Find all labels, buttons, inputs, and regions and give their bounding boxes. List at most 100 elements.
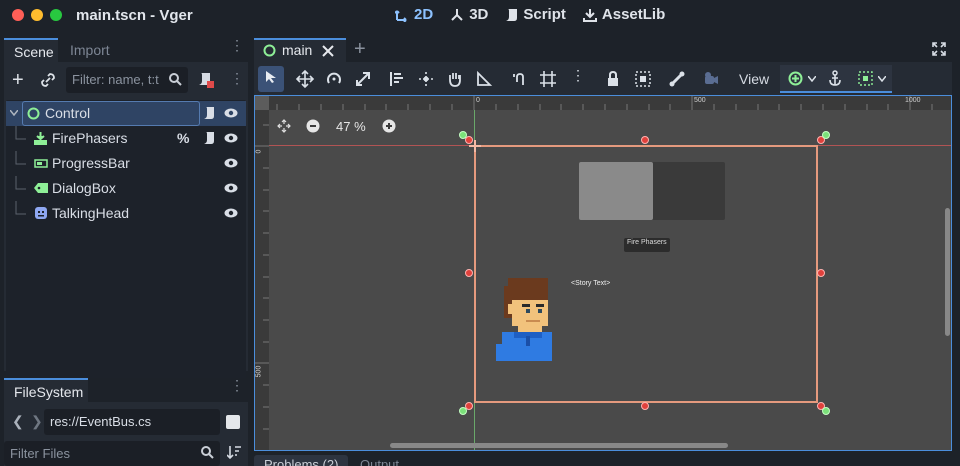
tab-output[interactable]: Output: [352, 455, 407, 466]
pivot-mode-icon[interactable]: [415, 68, 437, 90]
view-menu[interactable]: View: [739, 71, 769, 87]
scene-node-firephasers[interactable]: FirePhasers %: [6, 126, 246, 151]
resize-handle-left[interactable]: [465, 269, 473, 277]
visibility-icon[interactable]: [224, 183, 238, 193]
filter-files-input[interactable]: Filter Files: [4, 441, 220, 466]
snap-options-icon[interactable]: ⋮: [567, 68, 589, 90]
scene-node-label: FirePhasers: [52, 130, 128, 146]
firephasers-button-preview[interactable]: Fire Phasers: [624, 238, 670, 252]
minimize-window-button[interactable]: [31, 9, 43, 21]
3d-icon: [451, 8, 463, 21]
group-icon[interactable]: [632, 68, 654, 90]
anchor-handle-bottom-left[interactable]: [459, 407, 467, 415]
scene-dock-options-icon[interactable]: ⋮: [230, 71, 244, 85]
anchor-presets-group: [780, 65, 892, 93]
mode-script-button[interactable]: Script: [505, 6, 566, 23]
lock-icon[interactable]: [602, 68, 624, 90]
progressbar-preview[interactable]: [579, 162, 725, 220]
add-node-icon[interactable]: +: [12, 70, 24, 90]
scene-tab-main[interactable]: main: [254, 38, 346, 62]
resize-handle-top[interactable]: [641, 136, 649, 144]
ruler-corner[interactable]: [255, 96, 269, 110]
anchor-handle-bottom-right[interactable]: [822, 407, 830, 415]
toggle-split-mode-icon[interactable]: [226, 415, 240, 429]
filesystem-path-input[interactable]: res://EventBus.cs: [44, 409, 220, 435]
tab-scene[interactable]: Scene: [4, 38, 58, 62]
canvas-viewport[interactable]: 0 500 1000 0 500 47 % Fire Phasers <Stor…: [254, 95, 952, 451]
chevron-down-icon[interactable]: [808, 76, 816, 82]
resize-handle-right[interactable]: [817, 269, 825, 277]
mode-assetlib-button[interactable]: AssetLib: [582, 6, 665, 23]
pan-mode-icon[interactable]: [444, 68, 466, 90]
rotate-mode-icon[interactable]: [323, 68, 345, 90]
texturerect-node-icon: [35, 207, 47, 219]
instance-scene-icon[interactable]: [41, 73, 55, 87]
move-mode-icon[interactable]: [294, 68, 316, 90]
tree-guide-line: [15, 201, 26, 215]
tree-collapse-icon[interactable]: [10, 110, 18, 116]
bottom-panel-tabs: Problems (2) Output: [254, 455, 952, 466]
visibility-icon[interactable]: [224, 208, 238, 218]
mode-3d-button[interactable]: 3D: [450, 6, 488, 23]
horizontal-scrollbar[interactable]: [390, 443, 728, 448]
visibility-icon[interactable]: [224, 158, 238, 168]
tab-problems[interactable]: Problems (2): [254, 455, 349, 466]
tree-guide-line: [15, 126, 26, 140]
ruler-label: 500: [694, 97, 706, 104]
vertical-scrollbar[interactable]: [945, 208, 950, 336]
scene-node-talkinghead[interactable]: TalkingHead: [6, 201, 246, 226]
scene-node-dialogbox[interactable]: DialogBox: [6, 176, 246, 201]
center-view-icon[interactable]: [277, 119, 291, 133]
ruler-label: 0: [255, 149, 263, 154]
scale-mode-icon[interactable]: [352, 68, 374, 90]
scene-node-control[interactable]: Control: [6, 101, 246, 126]
unique-name-badge[interactable]: %: [177, 130, 189, 146]
zoom-window-button[interactable]: [50, 9, 62, 21]
anchor-handle-top-left[interactable]: [459, 131, 467, 139]
script-icon: [506, 8, 518, 21]
scene-dock-tabs: Scene Import ⋮: [4, 38, 248, 62]
chevron-down-icon[interactable]: [878, 76, 886, 82]
anchor-handle-top-right[interactable]: [822, 131, 830, 139]
container-sizing-icon[interactable]: [858, 71, 873, 86]
list-select-icon[interactable]: [386, 68, 408, 90]
close-window-button[interactable]: [12, 9, 24, 21]
anchor-icon[interactable]: [828, 70, 842, 86]
zoom-level[interactable]: 47 %: [336, 119, 366, 134]
story-text-label[interactable]: <Story Text>: [571, 280, 610, 287]
tab-import[interactable]: Import: [60, 38, 126, 62]
vertical-ruler[interactable]: 0 500: [255, 110, 269, 450]
scene-node-label: Control: [45, 105, 91, 121]
close-tab-icon[interactable]: [322, 45, 334, 57]
zoom-in-icon[interactable]: [382, 119, 396, 133]
attach-script-icon[interactable]: [198, 72, 214, 88]
talking-head-sprite[interactable]: [496, 278, 558, 361]
mode-2d-button[interactable]: 2D: [395, 6, 433, 23]
sort-icon[interactable]: [227, 445, 241, 459]
2d-icon: [395, 9, 407, 22]
distraction-free-icon[interactable]: [932, 42, 946, 56]
back-arrow-icon[interactable]: ❮: [12, 413, 24, 430]
title-bar: main.tscn - Vger 2D 3D Script AssetLib: [0, 0, 960, 32]
add-scene-tab-button[interactable]: +: [354, 38, 366, 60]
ruler-mode-icon[interactable]: [473, 68, 495, 90]
filesystem-menu-icon[interactable]: ⋮: [230, 378, 244, 392]
resize-handle-bottom[interactable]: [641, 402, 649, 410]
scene-dock-menu-icon[interactable]: ⋮: [230, 38, 244, 52]
scene-node-label: DialogBox: [52, 180, 116, 196]
visibility-icon[interactable]: [224, 133, 238, 143]
skeleton-icon[interactable]: [666, 68, 688, 90]
grid-snap-icon[interactable]: [537, 68, 559, 90]
add-anchor-icon[interactable]: [788, 71, 803, 86]
tab-filesystem[interactable]: FileSystem: [4, 378, 88, 402]
forward-arrow-icon[interactable]: ❯: [31, 413, 43, 430]
smart-snap-icon[interactable]: [509, 68, 531, 90]
camera-override-icon[interactable]: [700, 68, 722, 90]
scene-node-progressbar[interactable]: ProgressBar: [6, 151, 246, 176]
visibility-icon[interactable]: [224, 108, 238, 118]
select-mode-icon[interactable]: [258, 66, 284, 92]
horizontal-ruler[interactable]: 0 500 1000: [269, 96, 951, 110]
script-attached-icon[interactable]: [204, 131, 215, 145]
zoom-out-icon[interactable]: [306, 119, 320, 133]
script-attached-icon[interactable]: [204, 106, 215, 120]
